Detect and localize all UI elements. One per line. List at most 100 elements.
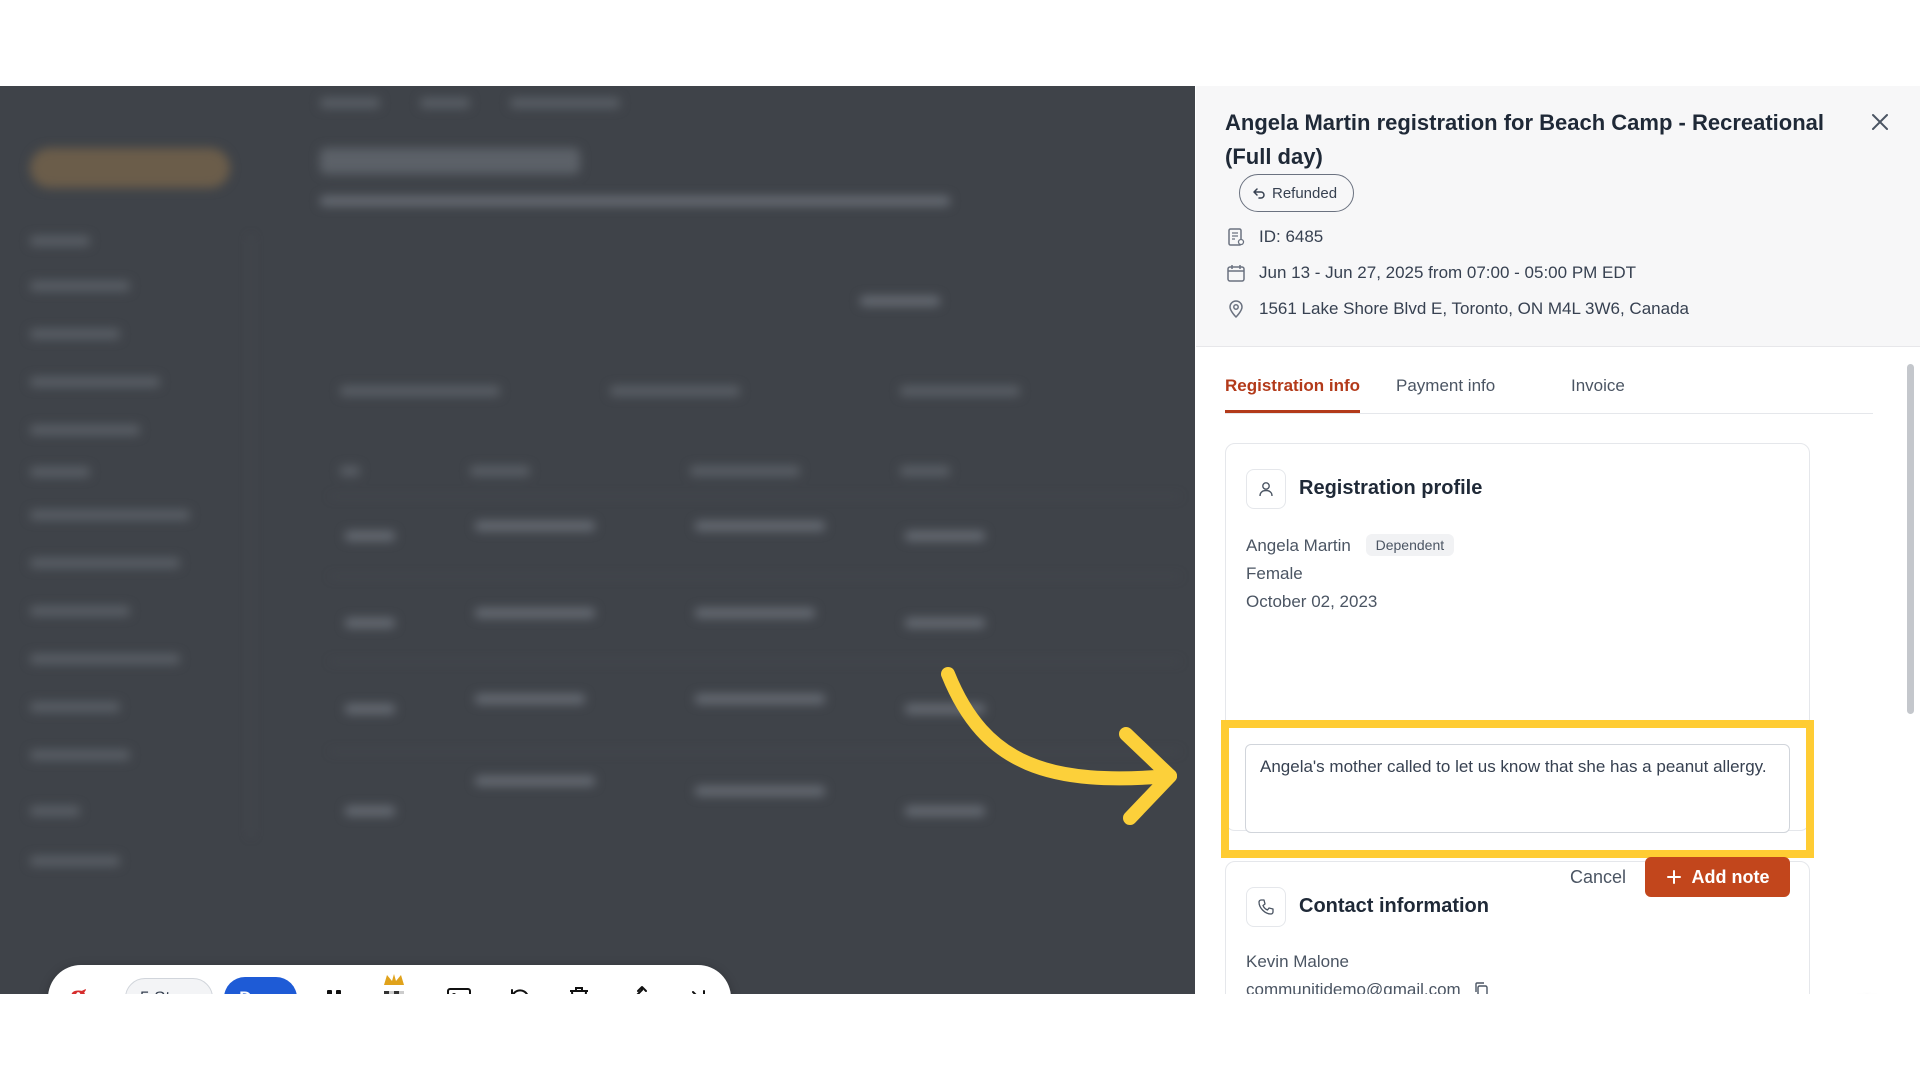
location-pin-icon [1225,298,1247,320]
background-cell [345,531,395,541]
branch-icon [636,986,647,994]
panel-scrollbar[interactable] [1905,354,1915,994]
blur-tool-button[interactable] [378,973,410,994]
background-sidebar-divider [250,236,252,836]
profile-birthdate: October 02, 2023 [1246,592,1378,611]
background-sidebar-item [30,329,120,339]
background-cell [695,608,815,618]
pause-button[interactable] [318,982,350,994]
delete-button[interactable] [563,982,595,994]
background-sidebar-item [30,510,190,520]
background-sidebar-item [30,558,180,568]
address-row: 1561 Lake Shore Blvd E, Toronto, ON M4L … [1225,298,1689,320]
image-button[interactable] [443,982,475,994]
background-sidebar-item [30,702,120,712]
background-cell [475,608,595,618]
close-icon [1872,114,1888,130]
session-dates: Jun 13 - Jun 27, 2025 from 07:00 - 05:00… [1259,263,1637,282]
refund-icon [1253,188,1265,199]
tab-payment-info[interactable]: Payment info [1396,371,1495,413]
done-button[interactable]: Done [224,977,297,994]
background-sidebar-item [30,654,180,664]
skip-to-end-button[interactable] [678,982,710,994]
background-filter [340,386,500,396]
background-sidebar-item [30,281,130,291]
registration-id: ID: 6485 [1259,227,1324,246]
scrollbar-thumb[interactable] [1907,364,1914,714]
receipt-icon [1225,226,1247,248]
contact-information-title: Contact information [1299,895,1489,917]
steps-counter[interactable]: 5 Steps [125,978,213,994]
close-button[interactable] [1864,106,1896,138]
background-cell [695,521,825,531]
background-app-overlay [0,86,1195,994]
background-cell [345,806,395,816]
status-badge: Refunded [1239,174,1355,212]
contact-email-row: communitidemo@gmail.com [1246,980,1489,994]
branch-button[interactable] [623,982,655,994]
background-column-header [690,466,800,476]
tab-invoice[interactable]: Invoice [1571,371,1625,413]
undo-icon [511,989,528,994]
background-breadcrumb [420,98,470,108]
cancel-button[interactable]: Cancel [1556,857,1640,897]
recorder-logo: g. [70,977,96,994]
status-label: Refunded [1272,184,1338,202]
background-subtitle [320,196,950,206]
dependent-badge: Dependent [1365,534,1455,556]
background-sidebar-item [30,236,90,246]
contact-email: communitidemo@gmail.com [1246,980,1461,994]
background-logo [30,148,230,188]
add-note-label: Add note [1691,866,1770,887]
background-sidebar-item [30,806,80,816]
copy-icon[interactable] [1473,981,1489,994]
background-cell [345,704,395,714]
annotation-arrow [941,667,1177,825]
panel-title: Angela Martin registration for Beach Cam… [1225,110,1825,169]
note-textarea[interactable]: Angela's mother called to let us know th… [1245,744,1790,833]
crown-blur-icon [384,974,404,994]
date-row: Jun 13 - Jun 27, 2025 from 07:00 - 05:00… [1225,262,1636,284]
trash-icon [570,987,588,994]
background-column-header [340,466,360,476]
background-cell [695,694,825,704]
background-filter [900,386,1020,396]
phone-icon [1246,887,1286,927]
registration-id-row: ID: 6485 [1225,226,1323,248]
background-cell [475,694,585,704]
plus-icon [1666,870,1681,884]
background-cell [905,618,985,628]
background-cell [345,618,395,628]
contact-name: Kevin Malone [1246,952,1350,971]
background-filter [610,386,740,396]
background-breadcrumb [510,98,620,108]
session-address: 1561 Lake Shore Blvd E, Toronto, ON M4L … [1259,299,1689,318]
profile-name: Angela Martin [1246,536,1351,555]
tab-registration-info[interactable]: Registration info [1225,371,1361,413]
background-column-header [900,466,950,476]
background-element [860,296,940,306]
recorder-toolbar: g. 5 Steps Done [48,965,731,994]
profile-gender: Female [1246,564,1303,583]
background-cell [905,531,985,541]
background-breadcrumb [320,98,380,108]
panel-header: Angela Martin registration for Beach Cam… [1196,86,1920,347]
background-table-divider [330,496,1180,497]
background-column-header [470,466,530,476]
registration-profile-title: Registration profile [1299,477,1483,499]
background-sidebar-item [30,606,130,616]
app-window: Angela Martin registration for Beach Cam… [0,86,1920,994]
add-note-button[interactable]: Add note [1645,857,1790,897]
profile-name-row: Angela Martin Dependent [1246,534,1455,556]
background-sidebar-item [30,425,140,435]
background-table-divider [330,576,1180,577]
user-icon [1246,469,1286,509]
background-sidebar-item [30,856,120,866]
background-cell [475,776,595,786]
image-icon [447,988,471,994]
pause-icon [327,990,341,994]
background-sidebar-item [30,377,160,387]
background-page-title [320,148,580,174]
undo-button[interactable] [503,982,535,994]
skip-end-icon [692,990,705,994]
